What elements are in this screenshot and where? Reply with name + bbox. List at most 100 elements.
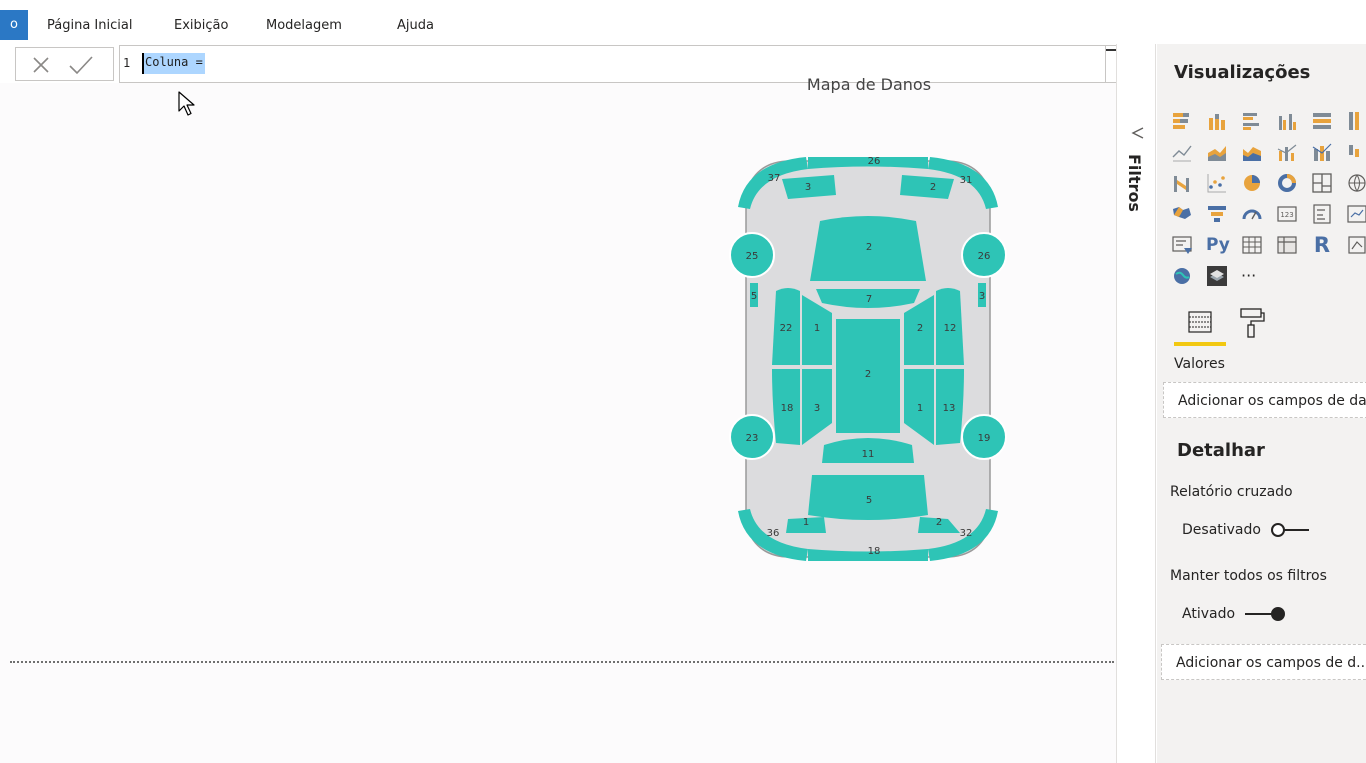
python-visual-icon[interactable]: Py xyxy=(1206,234,1230,256)
keep-filters-toggle-row[interactable]: Ativado xyxy=(1182,606,1287,622)
drill-through-title: Detalhar xyxy=(1177,440,1265,461)
label-front-left-window: 1 xyxy=(814,323,820,334)
map-icon[interactable] xyxy=(1346,172,1366,194)
donut-chart-icon[interactable] xyxy=(1276,172,1298,194)
label-rear-left-wheel: 23 xyxy=(746,433,759,444)
page-boundary-line xyxy=(10,661,1114,663)
menu-help[interactable]: Ajuda xyxy=(397,18,434,33)
front-right-light-region[interactable] xyxy=(900,175,954,199)
label-rear-right-wheel: 19 xyxy=(978,433,991,444)
treemap-icon[interactable] xyxy=(1311,172,1333,194)
more-visuals-icon[interactable]: ··· xyxy=(1241,265,1263,287)
label-left-mirror: 5 xyxy=(751,291,757,302)
label-rear-left-door: 18 xyxy=(781,403,794,414)
fields-well-icon xyxy=(1188,311,1212,333)
formula-editor[interactable]: 1 Coluna = xyxy=(119,45,1149,83)
custom-visual-icon[interactable] xyxy=(1206,265,1228,287)
card-icon[interactable]: 123 xyxy=(1276,203,1298,225)
damage-map-visual[interactable]: 26 37 3 2 31 2 25 26 5 3 7 22 1 2 12 2 1… xyxy=(728,153,1008,565)
label-front-left-door: 22 xyxy=(780,323,793,334)
label-front-right-door: 12 xyxy=(944,323,957,334)
stacked-area-chart-icon[interactable] xyxy=(1241,141,1263,163)
matrix-icon[interactable] xyxy=(1276,234,1298,256)
label-rear-left-light: 1 xyxy=(803,517,809,528)
label-rear-bumper: 18 xyxy=(868,546,881,557)
arcgis-icon[interactable] xyxy=(1346,234,1366,256)
commit-formula-icon[interactable] xyxy=(68,54,94,76)
label-hood: 2 xyxy=(866,242,872,253)
label-front-right-light: 2 xyxy=(930,182,936,193)
label-roof-front: 26 xyxy=(868,156,881,167)
menu-home[interactable]: Página Inicial xyxy=(47,18,132,33)
line-and-column-chart-icon[interactable] xyxy=(1276,141,1298,163)
clustered-bar-chart-icon[interactable] xyxy=(1241,110,1263,132)
label-rear-right-corner: 32 xyxy=(960,528,973,539)
power-bi-window: o Página Inicial Exibição Modelagem Ajud… xyxy=(0,0,1366,763)
drill-through-drop-zone[interactable]: Adicionar os campos de d... xyxy=(1161,644,1366,680)
line-and-stacked-column-chart-icon[interactable] xyxy=(1311,141,1333,163)
label-front-right-window: 2 xyxy=(917,323,923,334)
values-well-label: Valores xyxy=(1174,356,1225,372)
label-rear-left-window: 3 xyxy=(814,403,820,414)
menu-file-tab[interactable]: o xyxy=(0,10,28,40)
visual-gallery: 123 Py R ··· xyxy=(1171,110,1366,290)
r-visual-icon[interactable]: R xyxy=(1311,234,1333,256)
label-windshield: 7 xyxy=(866,294,872,305)
cancel-formula-icon[interactable] xyxy=(30,54,52,76)
label-front-left-wheel: 25 xyxy=(746,251,759,262)
label-rear-window: 11 xyxy=(862,449,875,460)
menu-view[interactable]: Exibição xyxy=(174,18,228,33)
scatter-chart-icon[interactable] xyxy=(1206,172,1228,194)
table-icon[interactable] xyxy=(1241,234,1263,256)
cross-report-state: Desativado xyxy=(1182,522,1261,538)
menu-modeling[interactable]: Modelagem xyxy=(266,18,342,33)
mouse-cursor-icon xyxy=(178,91,195,116)
label-trunk: 5 xyxy=(866,495,872,506)
100-stacked-bar-chart-icon[interactable] xyxy=(1311,110,1333,132)
label-front-right-wheel: 26 xyxy=(978,251,991,262)
label-rear-right-window: 1 xyxy=(917,403,923,414)
keep-filters-toggle[interactable] xyxy=(1245,607,1287,621)
area-chart-icon[interactable] xyxy=(1206,141,1228,163)
waterfall-chart-icon[interactable] xyxy=(1346,141,1366,163)
cross-report-toggle-row[interactable]: Desativado xyxy=(1182,522,1313,538)
label-rear-left-corner: 36 xyxy=(767,528,780,539)
cross-report-toggle[interactable] xyxy=(1271,523,1313,537)
format-paintbrush-icon[interactable] xyxy=(1237,306,1267,340)
funnel-icon[interactable] xyxy=(1206,203,1228,225)
label-right-mirror: 3 xyxy=(979,291,985,302)
100-stacked-column-chart-icon[interactable] xyxy=(1346,110,1366,132)
stacked-column-chart-icon[interactable] xyxy=(1206,110,1228,132)
clustered-column-chart-icon[interactable] xyxy=(1276,110,1298,132)
formula-actions xyxy=(15,47,114,81)
line-chart-icon[interactable] xyxy=(1171,141,1193,163)
collapse-filters-icon[interactable] xyxy=(1131,126,1145,140)
filled-map-icon[interactable] xyxy=(1171,203,1193,225)
cross-report-label: Relatório cruzado xyxy=(1170,484,1293,500)
label-rear-right-door: 13 xyxy=(943,403,956,414)
values-drop-zone[interactable]: Adicionar os campos de da xyxy=(1163,382,1366,418)
label-front-left-corner: 37 xyxy=(768,173,781,184)
multi-row-card-icon[interactable] xyxy=(1311,203,1333,225)
svg-text:123: 123 xyxy=(1280,211,1293,219)
filters-label[interactable]: Filtros xyxy=(1125,154,1144,212)
menu-bar: o Página Inicial Exibição Modelagem Ajud… xyxy=(0,0,1366,44)
kpi-icon[interactable] xyxy=(1346,203,1366,225)
stacked-bar-chart-icon[interactable] xyxy=(1171,110,1193,132)
formula-text[interactable]: Coluna = xyxy=(142,53,205,74)
tab-fields[interactable] xyxy=(1174,306,1226,346)
report-canvas[interactable]: Mapa de Danos 26 37 3 2 31 2 25 26 5 3 7… xyxy=(0,75,1116,763)
label-roof: 2 xyxy=(865,369,871,380)
ribbon-chart-icon[interactable] xyxy=(1171,172,1193,194)
globe-icon[interactable] xyxy=(1171,265,1193,287)
line-number: 1 xyxy=(123,56,131,70)
slicer-icon[interactable] xyxy=(1171,234,1193,256)
pie-chart-icon[interactable] xyxy=(1241,172,1263,194)
label-front-left-light: 3 xyxy=(805,182,811,193)
gauge-icon[interactable] xyxy=(1241,203,1263,225)
filters-pane[interactable]: Filtros xyxy=(1116,44,1156,763)
visual-title: Mapa de Danos xyxy=(806,75,932,93)
label-front-right-corner: 31 xyxy=(960,175,973,186)
visualizations-title: Visualizações xyxy=(1174,62,1311,83)
visualizations-pane: Visualizações 123 Py R ··· Valores Adici… xyxy=(1157,44,1366,763)
